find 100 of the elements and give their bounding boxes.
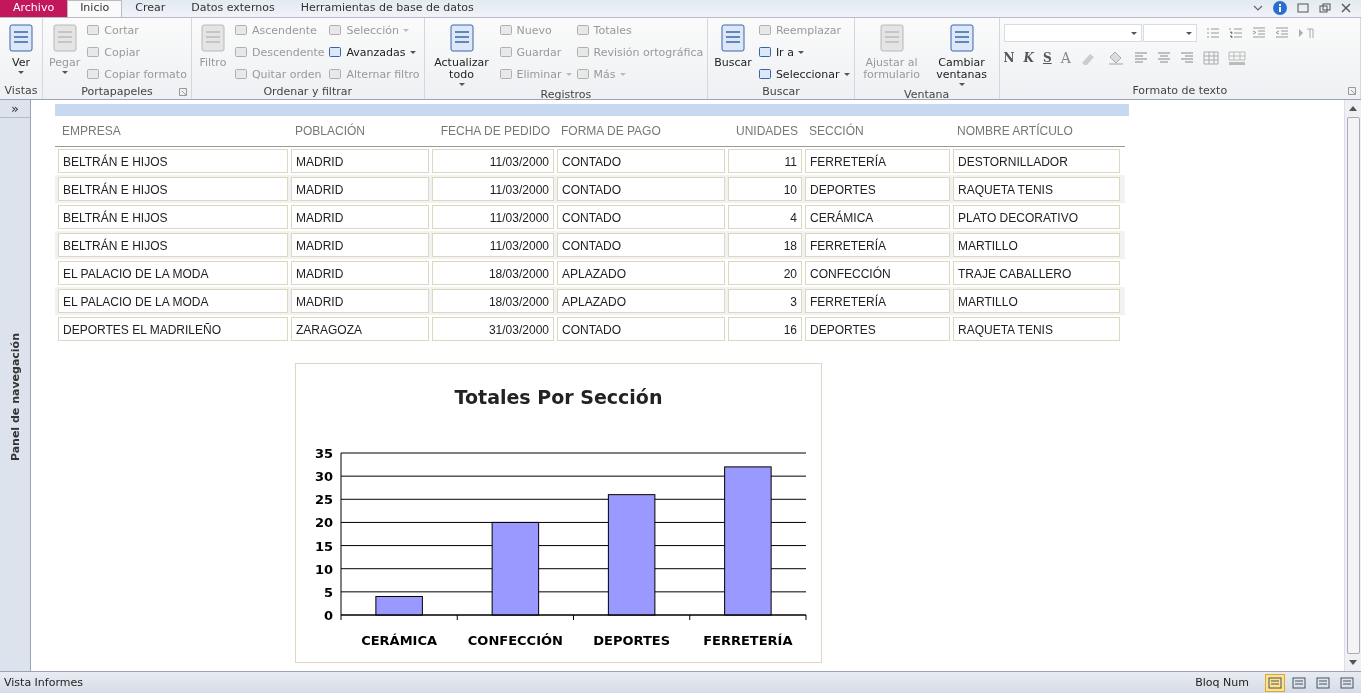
table-cell: DEPORTES EL MADRILEÑO [58, 317, 288, 341]
y-tick-label: 5 [323, 584, 333, 600]
y-tick-label: 15 [314, 538, 333, 554]
font-size-dropdown[interactable] [1142, 24, 1197, 42]
table-cell: ZARAGOZA [291, 317, 429, 341]
align-left-icon[interactable] [1133, 52, 1148, 64]
table-cell: 11/03/2000 [432, 233, 554, 257]
ribbon-button[interactable]: Ir a [757, 43, 850, 61]
alternate-row-color-icon[interactable] [1227, 51, 1246, 65]
group-label: Ordenar y filtrar [263, 84, 352, 98]
ribbon-tab[interactable]: Inicio [67, 0, 123, 17]
table-cell: CONTADO [557, 149, 725, 173]
table-cell: MADRID [291, 233, 429, 257]
table-cell: RAQUETA TENIS [953, 317, 1120, 341]
y-tick-label: 25 [314, 492, 333, 508]
expand-pane-button[interactable]: » [0, 100, 30, 118]
ribbon-button[interactable]: Actualizar todo [428, 21, 495, 88]
command-icon [575, 67, 590, 81]
caret-icon [565, 72, 572, 76]
table-cell: DEPORTES [805, 317, 950, 341]
caret-icon [1130, 31, 1137, 35]
status-text: Vista Informes [4, 676, 84, 689]
table-cell: FERRETERÍA [805, 289, 950, 313]
table-cell: 3 [728, 289, 802, 313]
numbered-list-icon[interactable] [1228, 26, 1243, 40]
gridlines-icon[interactable] [1202, 51, 1219, 65]
ribbon-tab[interactable]: Herramientas de base de datos [287, 0, 487, 17]
restore-icon[interactable] [1319, 3, 1331, 13]
table-cell: MADRID [291, 149, 429, 173]
table-cell: 18/03/2000 [432, 261, 554, 285]
minimize-ribbon-icon[interactable] [1253, 4, 1263, 12]
help-icon[interactable] [1273, 1, 1287, 15]
scrollbar-thumb[interactable] [1346, 117, 1360, 654]
text-style-button[interactable]: S [1043, 51, 1052, 65]
ribbon-button[interactable]: Ver [4, 21, 38, 82]
text-style-button[interactable]: N [1003, 51, 1015, 65]
fill-bucket-icon[interactable] [1106, 51, 1125, 65]
column-header: EMPRESA [61, 124, 122, 138]
x-tick-label: FERRETERÍA [703, 633, 793, 648]
table-cell: DEPORTES [805, 177, 950, 201]
group-label: Ventana [904, 88, 950, 101]
bullet-list-icon[interactable] [1205, 26, 1220, 40]
table-cell: PLATO DECORATIVO [953, 205, 1120, 229]
y-tick-label: 0 [323, 608, 333, 623]
ribbon-tab[interactable]: Archivo [0, 0, 68, 17]
y-tick-label: 30 [314, 469, 333, 485]
ribbon-button[interactable]: Avanzadas [328, 43, 420, 61]
font-color-button[interactable]: A [1060, 50, 1071, 66]
table-cell: MARTILLO [953, 289, 1120, 313]
command-icon [86, 23, 101, 37]
vertical-scrollbar[interactable] [1344, 100, 1361, 671]
command-icon [233, 45, 248, 59]
font-name-dropdown[interactable] [1003, 24, 1142, 42]
command-icon [757, 23, 772, 37]
table-cell: 11/03/2000 [432, 149, 554, 173]
table-cell: MADRID [291, 261, 429, 285]
ribbon-tab[interactable]: Datos externos [178, 0, 288, 17]
table-cell: TRAJE CABALLERO [953, 261, 1120, 285]
command-icon [498, 23, 513, 37]
close-icon[interactable] [1341, 3, 1351, 13]
decrease-indent-icon[interactable] [1274, 26, 1289, 40]
minimize-icon[interactable] [1297, 3, 1309, 13]
view-button[interactable] [1265, 673, 1285, 692]
ribbon-button[interactable]: Cambiar ventanas [928, 21, 995, 88]
document-icon [6, 23, 36, 53]
dialog-launcher-icon[interactable] [1348, 87, 1356, 95]
table-cell: CONTADO [557, 317, 725, 341]
table-cell: BELTRÁN E HIJOS [58, 233, 288, 257]
status-text: Bloq Num [1195, 676, 1249, 689]
scroll-down-icon[interactable] [1349, 660, 1357, 665]
caret-icon [402, 28, 409, 32]
scroll-up-icon[interactable] [1349, 106, 1357, 111]
table-cell: 16 [728, 317, 802, 341]
command-icon [757, 45, 772, 59]
table-cell: 4 [728, 205, 802, 229]
table-cell: 18 [728, 233, 802, 257]
ribbon-button[interactable]: Seleccionar [757, 65, 850, 83]
caret-icon [797, 50, 804, 54]
table-cell: CONTADO [557, 233, 725, 257]
text-style-button[interactable]: K [1023, 51, 1034, 65]
command-icon [328, 23, 343, 37]
y-tick-label: 20 [314, 515, 333, 531]
align-right-icon[interactable] [1179, 52, 1194, 64]
ribbon-tab[interactable]: Crear [122, 0, 179, 17]
ribbon-button[interactable]: Buscar [712, 21, 754, 83]
dialog-launcher-icon[interactable] [178, 88, 187, 96]
caret-icon [843, 72, 850, 76]
pane-title: Panel de navegación [8, 333, 22, 462]
command-icon [328, 67, 343, 81]
y-tick-label: 35 [314, 446, 333, 461]
increase-indent-icon[interactable] [1251, 26, 1266, 40]
column-header: NOMBRE ARTÍCULO [956, 124, 1074, 138]
x-tick-label: CONFECCIÓN [467, 633, 563, 648]
align-center-icon[interactable] [1156, 52, 1171, 64]
column-header: POBLACIÓN [294, 124, 367, 138]
table-cell: MARTILLO [953, 233, 1120, 257]
table-cell: BELTRÁN E HIJOS [58, 149, 288, 173]
group-label: Registros [540, 88, 592, 101]
table-cell: EL PALACIO DE LA MODA [58, 261, 288, 285]
table-cell: RAQUETA TENIS [953, 177, 1120, 201]
